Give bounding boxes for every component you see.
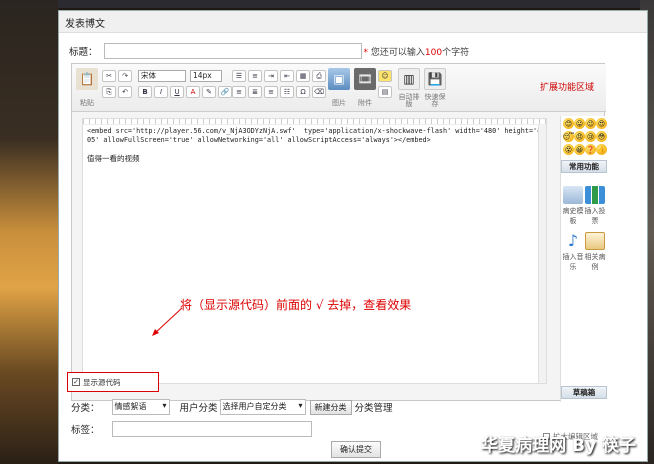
align-right-icon[interactable]: ≡ (264, 86, 278, 98)
special-char-icon[interactable]: Ω (296, 86, 310, 98)
show-source-checkbox[interactable]: ✓ (72, 378, 80, 386)
drafts-header[interactable]: 草稿箱 (561, 386, 607, 399)
font-color-icon[interactable]: A (186, 86, 200, 98)
redo-icon[interactable]: ↷ (118, 70, 132, 82)
post-dialog: 发表博文 标题： * 您还可以输入100个字符 📋 粘贴 ✂ ⎘ ↷ ↶ 宋体 … (58, 10, 648, 462)
outdent-icon[interactable]: ⇤ (280, 70, 294, 82)
show-source-label: 显示源代码 (83, 377, 121, 387)
vote-chart-icon (585, 186, 605, 204)
align-center-icon[interactable]: ≣ (248, 86, 262, 98)
category-label: 分类： (71, 403, 100, 414)
title-label: 标题： (69, 47, 98, 58)
attachment-icon[interactable]: 🎞 (354, 68, 376, 90)
justify-icon[interactable]: ☷ (280, 86, 294, 98)
link-icon[interactable]: 🔗 (218, 86, 232, 98)
emoji-icon[interactable]: 😠 (574, 131, 585, 142)
extend-area-label: 扩展功能区域 (539, 83, 594, 93)
emoji-icon[interactable]: 😢 (585, 131, 596, 142)
manage-category-link[interactable]: 分类管理 (355, 400, 393, 414)
ordered-list-icon[interactable]: ≡ (248, 70, 262, 82)
auto-layout-icon[interactable]: ▥ (398, 68, 420, 90)
history-template-button[interactable]: 病史模板 (562, 186, 584, 226)
insert-music-button[interactable]: ♪ 插入音乐 (562, 232, 584, 272)
copy-icon[interactable]: ⎘ (102, 86, 116, 98)
dialog-title: 发表博文 (59, 11, 647, 33)
clear-format-icon[interactable]: ⌫ (312, 86, 326, 98)
cut-icon[interactable]: ✂ (102, 70, 116, 82)
side-panel: 😊 😛 😉 😍 😴 😠 😢 😳 😵 😀 ❓ 👍 常用功能 病史模板 插入投票 ♪ (560, 116, 607, 402)
tags-label: 标签： (71, 425, 100, 436)
table-icon[interactable]: ▦ (296, 70, 310, 82)
font-family-select[interactable]: 宋体 (138, 70, 186, 82)
italic-icon[interactable]: I (154, 86, 168, 98)
submit-button[interactable]: 确认提交 (331, 441, 381, 458)
undo-icon[interactable]: ↶ (118, 86, 132, 98)
common-functions-header: 常用功能 (561, 160, 607, 173)
tags-input[interactable] (111, 421, 312, 437)
submit-row: 确认提交 (331, 441, 381, 458)
editor-scrollbar[interactable] (538, 125, 546, 383)
insert-vote-button[interactable]: 插入投票 (584, 186, 606, 226)
user-category-label: 用户分类 (179, 403, 218, 414)
emoji-icon[interactable]: 👍 (596, 144, 607, 155)
watermark: 华夏病理网 By 筷子 (481, 436, 636, 456)
image-label: 图片 (332, 99, 346, 107)
save-icon[interactable]: 💾 (424, 68, 446, 90)
font-size-select[interactable]: 14px (190, 70, 222, 82)
editor-toolbar: 📋 粘贴 ✂ ⎘ ↷ ↶ 宋体 14px B I U A ✎ 🔗 ☰ ≡ ⇥ ⇤… (72, 64, 606, 112)
quick-save-label: 快速保存 (424, 93, 446, 108)
emoji-icon[interactable]: 😵 (563, 144, 574, 155)
align-left-icon[interactable]: ≡ (232, 86, 246, 98)
attachment-label: 附件 (358, 99, 372, 107)
background-strip (0, 0, 654, 8)
tags-row: 标签： (71, 421, 312, 437)
chevron-down-icon: ▾ (298, 401, 303, 410)
annotation-text: 将（显示源代码）前面的 √ 去掉，查看效果 (180, 298, 412, 312)
background-desktop (0, 0, 58, 464)
paste-icon[interactable]: 📋 (76, 68, 98, 90)
indent-icon[interactable]: ⇥ (264, 70, 278, 82)
emoticon-icon[interactable]: ☺ (378, 70, 392, 82)
media-icon[interactable]: ▤ (378, 86, 392, 98)
show-source-toggle[interactable]: ✓ 显示源代码 (67, 372, 159, 392)
emoji-icon[interactable]: 😀 (574, 144, 585, 155)
underline-icon[interactable]: U (170, 86, 184, 98)
body-text: 值得一看的视频 (87, 154, 140, 163)
title-row: 标题： * 您还可以输入100个字符 (69, 43, 469, 59)
new-category-button[interactable]: 新建分类 (309, 399, 352, 415)
music-note-icon: ♪ (567, 231, 579, 250)
title-input[interactable] (103, 43, 362, 59)
emoji-icon[interactable]: 😳 (596, 131, 607, 142)
emoji-icon[interactable]: 😉 (585, 118, 596, 129)
emoji-icon[interactable]: 😊 (563, 118, 574, 129)
rich-editor: 📋 粘贴 ✂ ⎘ ↷ ↶ 宋体 14px B I U A ✎ 🔗 ☰ ≡ ⇥ ⇤… (71, 63, 607, 441)
unordered-list-icon[interactable]: ☰ (232, 70, 246, 82)
emoji-icon[interactable]: 😛 (574, 118, 585, 129)
user-category-select[interactable]: 选择用户自定分类 ▾ (219, 399, 306, 415)
annotation-arrow (152, 307, 183, 336)
emoji-icon[interactable]: 😍 (596, 118, 607, 129)
document-icon (585, 232, 605, 250)
bold-icon[interactable]: B (138, 86, 152, 98)
image-icon[interactable]: ▣ (328, 68, 350, 90)
category-select[interactable]: 情感絮语 ▾ (111, 399, 170, 415)
emoji-icon[interactable]: 😴 (563, 131, 574, 142)
source-code-text: <embed src='http://player.56.com/v_NjA3O… (87, 127, 542, 144)
title-hint: * 您还可以输入100个字符 (363, 47, 470, 58)
print-icon[interactable]: ⎙ (312, 70, 326, 82)
paste-label: 粘贴 (80, 99, 94, 107)
emoji-icon[interactable]: ❓ (585, 144, 596, 155)
chevron-down-icon: ▾ (162, 401, 167, 410)
template-icon (563, 186, 583, 204)
category-row: 分类： 情感絮语 ▾ 用户分类 选择用户自定分类 ▾ 新建分类 分类管理 (71, 399, 393, 415)
highlight-icon[interactable]: ✎ (202, 86, 216, 98)
auto-layout-label: 自动排版 (398, 93, 420, 108)
editor-content[interactable]: <embed src='http://player.56.com/v_NjA3O… (82, 118, 547, 384)
related-cases-button[interactable]: 相关病例 (584, 232, 606, 272)
